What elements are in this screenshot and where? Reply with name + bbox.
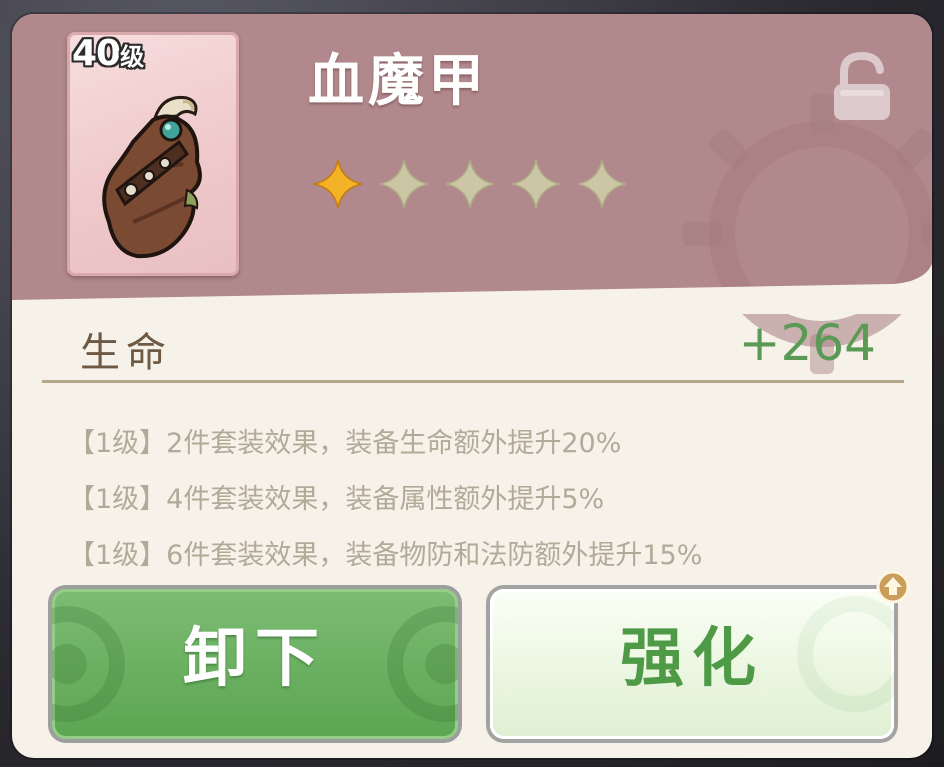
- unequip-button[interactable]: 卸下: [52, 589, 458, 739]
- grey-star-icon: [445, 159, 495, 209]
- set-effects-list: 【1级】2件套装效果，装备生命额外提升20% 【1级】4件套装效果，装备属性额外…: [68, 416, 928, 584]
- unlocked-padlock-icon[interactable]: [830, 52, 894, 122]
- set-effect-line: 【1级】2件套装效果，装备生命额外提升20%: [68, 428, 622, 459]
- grey-star-icon: [379, 159, 429, 209]
- level-number: 40: [72, 33, 121, 74]
- set-effect-line: 【1级】6件套装效果，装备物防和法防额外提升15%: [68, 540, 703, 571]
- star-rating: [313, 159, 627, 209]
- grey-star-icon: [577, 159, 627, 209]
- enhance-button-label: 强化: [620, 622, 764, 696]
- equipment-detail-panel: 40级 血魔甲 生命 +264 【1级】2件套装效果，装备生命额外提升20% 【…: [12, 14, 932, 758]
- stat-value: +264: [738, 314, 876, 372]
- item-name: 血魔甲: [308, 49, 488, 114]
- stat-row-hp: 生命 +264: [42, 314, 904, 383]
- level-unit: 级: [120, 43, 144, 71]
- stat-label: 生命: [80, 330, 172, 376]
- set-effect-line: 【1级】4件套装效果，装备属性额外提升5%: [68, 484, 605, 515]
- enhance-button[interactable]: 强化: [490, 589, 894, 739]
- upgrade-arrow-icon: [876, 570, 910, 604]
- panel-header: 40级 血魔甲: [12, 14, 932, 374]
- gold-star-icon: [313, 159, 363, 209]
- blood-demon-armor-icon: [102, 95, 202, 259]
- item-level-badge: 40级: [72, 33, 144, 74]
- item-portrait-card[interactable]: 40级: [67, 32, 239, 276]
- unequip-button-label: 卸下: [183, 622, 327, 696]
- grey-star-icon: [511, 159, 561, 209]
